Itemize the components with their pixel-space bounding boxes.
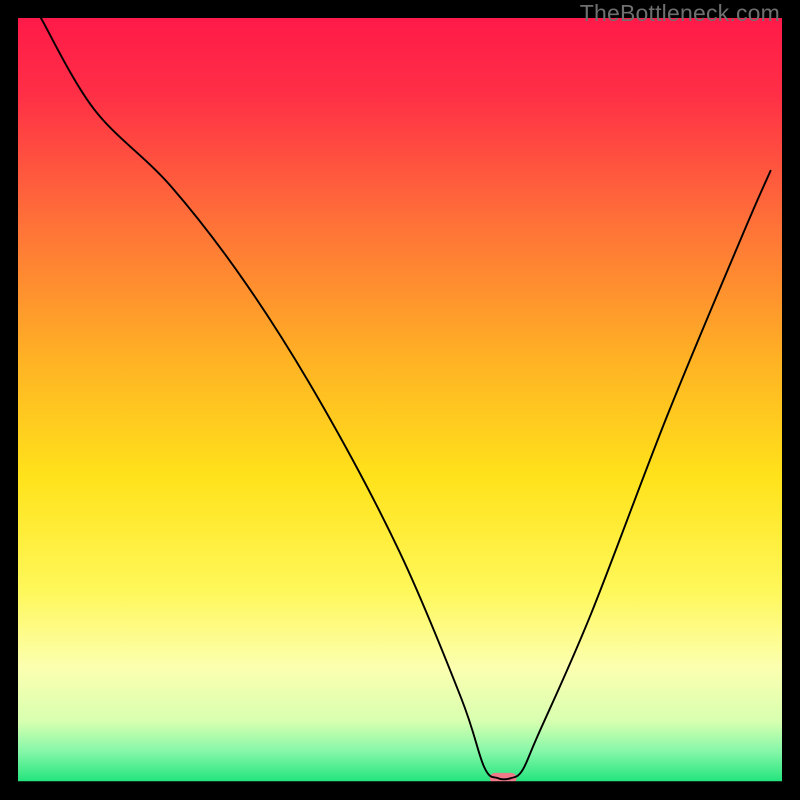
bottleneck-chart (18, 18, 782, 782)
chart-background (18, 18, 782, 782)
chart-frame: TheBottleneck.com (0, 0, 800, 800)
watermark-text: TheBottleneck.com (580, 0, 780, 27)
